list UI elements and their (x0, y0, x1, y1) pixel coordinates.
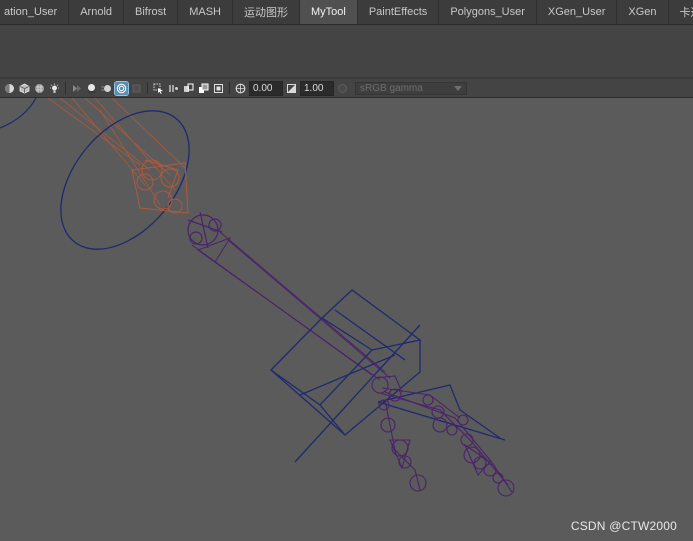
tab-polygons-user[interactable]: Polygons_User (439, 0, 537, 24)
wire-curve-arc (0, 98, 37, 129)
maya-window: ation_User Arnold Bifrost MASH 运动图形 MyTo… (0, 0, 693, 541)
backface-culling-icon[interactable] (212, 82, 225, 95)
gamma-icon[interactable] (285, 82, 298, 95)
shelf-tab-bar: ation_User Arnold Bifrost MASH 运动图形 MyTo… (0, 0, 693, 25)
shadows-icon[interactable] (70, 82, 83, 95)
beam (191, 231, 391, 381)
exposure-field[interactable]: 0.00 (249, 80, 283, 96)
anti-aliasing-icon[interactable] (114, 80, 129, 96)
viewport-toolbar: 0.00 1.00 sRGB gamma (0, 79, 693, 98)
color-space-label: sRGB gamma (360, 82, 423, 94)
smooth-shade-icon[interactable] (3, 82, 16, 95)
wireframe-on-shaded-icon[interactable] (18, 82, 31, 95)
tab-xgen-user[interactable]: XGen_User (537, 0, 618, 24)
tab-painteffects[interactable]: PaintEffects (358, 0, 440, 24)
xray-joints-icon[interactable] (182, 82, 195, 95)
tab-arnold[interactable]: Arnold (69, 0, 124, 24)
xray-active-components-icon[interactable] (197, 82, 210, 95)
tab-bifrost[interactable]: Bifrost (124, 0, 179, 24)
light-rays (47, 98, 186, 206)
textured-icon[interactable] (33, 82, 46, 95)
watermark-text: CSDN @CTW2000 (570, 519, 677, 533)
wire-ellipse (60, 110, 190, 250)
exposure-icon[interactable] (234, 82, 247, 95)
tab-mytool[interactable]: MyTool (299, 0, 358, 24)
tab-xgen[interactable]: XGen (617, 0, 669, 24)
tab-mash[interactable]: MASH (178, 0, 233, 24)
motion-blur-icon[interactable] (100, 82, 113, 95)
ambient-occlusion-icon[interactable] (85, 82, 98, 95)
depth-of-field-icon[interactable] (130, 82, 143, 95)
tab-animation-user[interactable]: ation_User (0, 0, 70, 24)
tab-motion-graphics[interactable]: 运动图形 (233, 0, 300, 24)
3d-viewport[interactable]: CSDN @CTW2000 (0, 98, 693, 541)
toolbar-separator (229, 82, 230, 94)
wire-plane (294, 324, 506, 463)
toolbar-separator (65, 82, 66, 94)
lights-icon[interactable] (48, 82, 61, 95)
isolate-select-icon[interactable] (152, 82, 165, 95)
color-space-dropdown[interactable]: sRGB gamma (355, 81, 467, 95)
viewport-scene (0, 98, 515, 497)
tab-toon[interactable]: 卡通 (669, 0, 693, 24)
xray-icon[interactable] (167, 82, 180, 95)
toolbar-separator (147, 82, 148, 94)
view-transform-icon[interactable] (336, 82, 349, 95)
gamma-field[interactable]: 1.00 (300, 80, 334, 96)
chevron-down-icon (454, 85, 462, 91)
shelf-content (0, 25, 693, 77)
wire-cube (270, 289, 422, 436)
